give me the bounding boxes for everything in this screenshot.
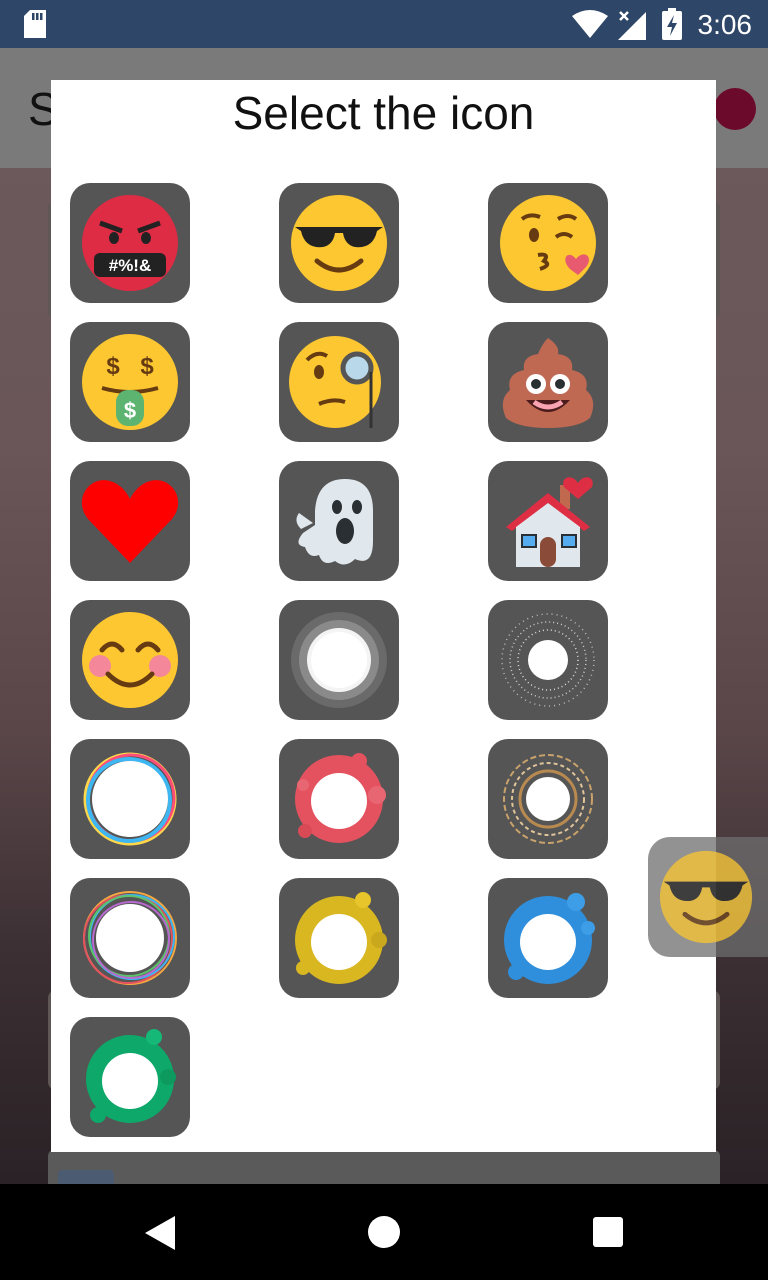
rainbow-ring-circle-icon [83,752,177,846]
clock: 3:06 [697,9,753,40]
icon-option-yellow-splash-circle[interactable] [279,878,399,998]
yellow-splash-circle-icon [295,892,387,984]
icon-option-red-heart[interactable] [70,461,190,581]
angry-swearing-face-icon: #%!& [82,195,178,291]
house-with-heart-icon [506,477,593,567]
icon-option-rainbow-ring-circle[interactable] [70,739,190,859]
red-splash-circle-icon [295,753,386,843]
icon-option-poop[interactable] [488,322,608,442]
icon-option-smiling-blushing-face[interactable] [70,600,190,720]
svg-text:$: $ [124,398,136,423]
back-icon[interactable] [145,1216,177,1250]
icon-option-sunglasses-face[interactable] [279,183,399,303]
icon-picker-dialog: Select the icon #%!& $ $ $ [51,80,716,1152]
money-mouth-face-icon: $ $ $ [82,334,178,430]
icon-option-gray-ring-circle[interactable] [279,600,399,720]
cell-signal-icon [618,11,646,40]
background-avatar-dot [714,88,756,130]
floating-icon-bubble[interactable] [648,837,768,957]
icon-option-money-mouth-face[interactable]: $ $ $ [70,322,190,442]
multicolor-scribble-circle-icon [83,891,177,985]
svg-text:#%!&: #%!& [109,256,152,275]
gray-ring-circle-icon [291,612,387,708]
icon-option-green-splash-circle[interactable] [70,1017,190,1137]
icon-option-angry-swearing-face[interactable]: #%!& [70,183,190,303]
home-icon[interactable] [368,1216,400,1248]
icon-option-blue-splash-circle[interactable] [488,878,608,998]
icon-option-kissing-face[interactable] [488,183,608,303]
sd-card-icon [24,10,46,38]
icon-option-ghost[interactable] [279,461,399,581]
sunglasses-face-icon [291,195,387,291]
status-bar: 3:06 [0,0,768,48]
dialog-title: Select the icon [232,87,535,139]
green-splash-circle-icon [86,1029,176,1123]
wifi-icon [572,10,608,38]
smiling-blushing-face-icon [82,612,178,708]
recents-icon[interactable] [593,1217,623,1247]
battery-charging-icon [662,8,682,40]
icon-option-gold-dashed-ring-circle[interactable] [488,739,608,859]
icon-option-dotted-ring-circle[interactable] [488,600,608,720]
monocle-face-icon [289,336,381,428]
sunglasses-face-icon [659,850,753,944]
poop-icon [502,338,594,428]
icon-option-monocle-face[interactable] [279,322,399,442]
kissing-face-icon [500,195,596,291]
icon-option-red-splash-circle[interactable] [279,739,399,859]
icon-option-multicolor-scribble-circle[interactable] [70,878,190,998]
blue-splash-circle-icon [504,893,595,984]
svg-text:$: $ [106,353,120,380]
icon-option-house-with-heart[interactable] [488,461,608,581]
svg-text:$: $ [140,353,154,380]
red-heart-icon [81,480,179,563]
dotted-ring-circle-icon [501,613,595,707]
gold-dashed-ring-circle-icon [503,754,593,844]
ghost-icon [296,479,373,565]
